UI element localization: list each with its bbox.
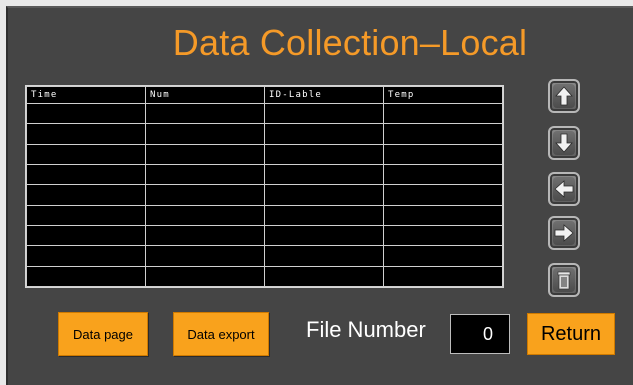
table-cell	[264, 143, 384, 165]
table-cell	[26, 102, 146, 125]
table-cell	[383, 204, 503, 226]
table-cell	[264, 245, 384, 267]
table-cell	[145, 102, 265, 125]
table-cell	[26, 204, 146, 226]
file-number-field[interactable]: 0	[450, 314, 510, 354]
table-cell	[26, 143, 146, 165]
table-cell	[383, 163, 503, 186]
table-cell	[383, 265, 503, 288]
table-cell	[264, 265, 384, 288]
scroll-down-button[interactable]	[548, 126, 580, 160]
table-cell	[264, 224, 384, 247]
scroll-right-button[interactable]	[548, 216, 580, 250]
table-cell	[264, 123, 384, 145]
table-row	[26, 224, 503, 247]
table-cell	[26, 163, 146, 186]
table-header-row: Time Num ID-Lable Temp	[26, 86, 503, 104]
return-button[interactable]: Return	[527, 313, 615, 355]
table-row	[26, 204, 503, 226]
table-cell	[383, 184, 503, 206]
table-cell	[264, 102, 384, 125]
table-cell	[264, 204, 384, 226]
arrow-down-icon	[555, 133, 573, 153]
trash-icon	[557, 271, 571, 290]
column-header-num: Num	[145, 86, 265, 104]
column-header-id-lable: ID-Lable	[264, 86, 384, 104]
file-number-label: File Number	[306, 317, 426, 342]
table-row	[26, 102, 503, 125]
table-row	[26, 123, 503, 145]
table-cell	[264, 184, 384, 206]
data-export-button[interactable]: Data export	[173, 312, 269, 356]
scroll-up-button[interactable]	[548, 79, 580, 113]
column-header-temp: Temp	[383, 86, 503, 104]
table-row	[26, 143, 503, 165]
table-row	[26, 163, 503, 186]
table-cell	[145, 265, 265, 288]
table-row	[26, 184, 503, 206]
page-title: Data Collection–Local	[172, 22, 528, 63]
table-cell	[145, 204, 265, 226]
table-cell	[145, 123, 265, 145]
table-cell	[145, 143, 265, 165]
arrow-left-icon	[554, 180, 574, 198]
table-cell	[145, 224, 265, 247]
table-cell	[383, 143, 503, 165]
table-cell	[383, 224, 503, 247]
table-cell	[145, 245, 265, 267]
arrow-up-icon	[555, 86, 573, 106]
table-cell	[26, 184, 146, 206]
table-cell	[26, 245, 146, 267]
table-cell	[26, 224, 146, 247]
data-table: Time Num ID-Lable Temp	[25, 85, 504, 288]
arrow-right-icon	[554, 224, 574, 242]
table-cell	[145, 184, 265, 206]
table-cell	[26, 123, 146, 145]
hmi-screen: Data Collection–Local Time Num ID-Lable …	[0, 0, 633, 385]
table-cell	[383, 123, 503, 145]
table-row	[26, 265, 503, 288]
table-row	[26, 245, 503, 267]
table-cell	[264, 163, 384, 186]
table-cell	[383, 102, 503, 125]
table-cell	[145, 163, 265, 186]
table-cell	[26, 265, 146, 288]
delete-button[interactable]	[548, 263, 580, 297]
table-cell	[383, 245, 503, 267]
column-header-time: Time	[26, 86, 146, 104]
scroll-left-button[interactable]	[548, 172, 580, 206]
data-page-button[interactable]: Data page	[58, 312, 148, 356]
